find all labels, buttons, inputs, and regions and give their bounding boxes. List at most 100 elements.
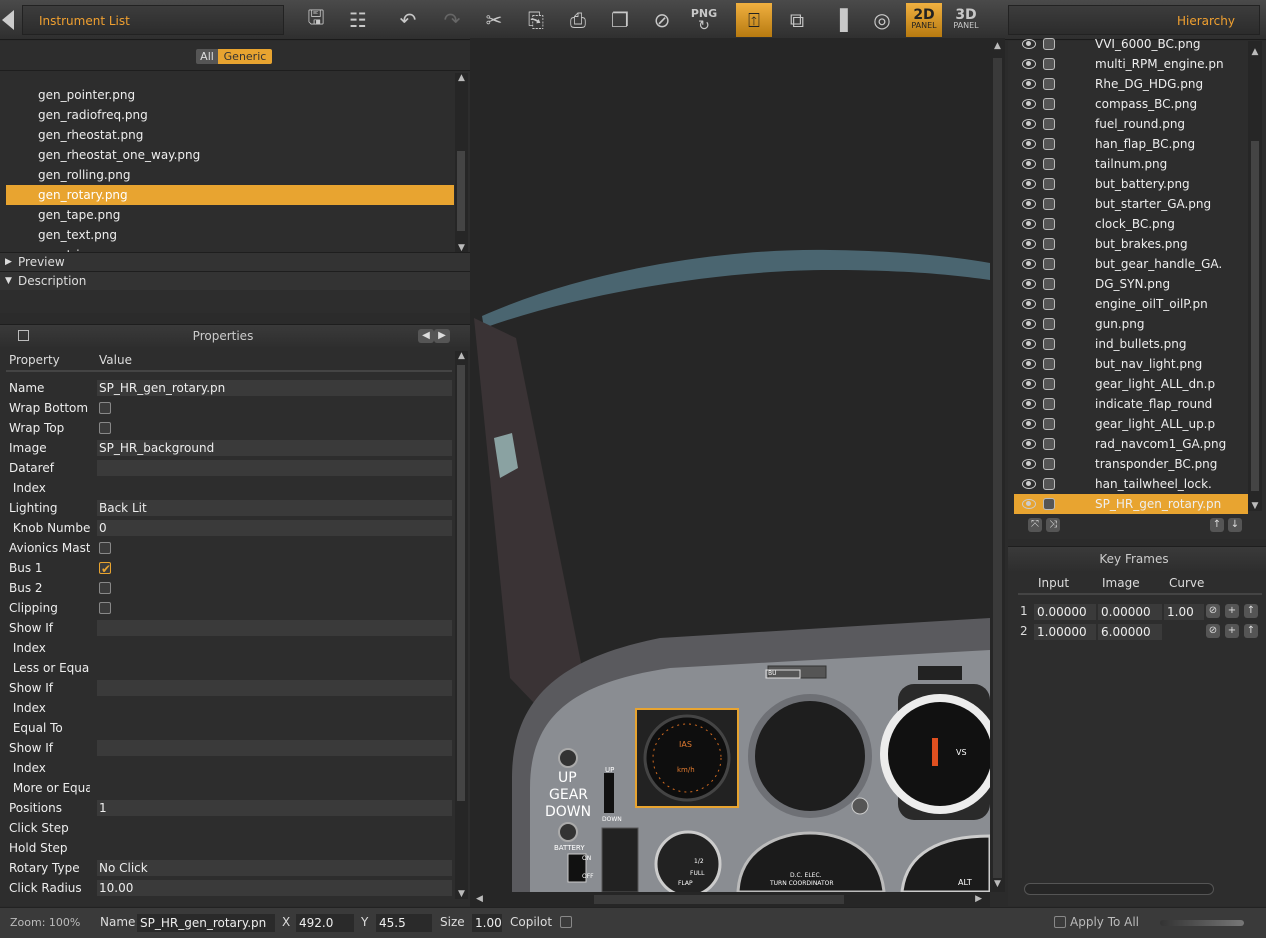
visibility-eye-icon[interactable] — [1022, 139, 1036, 149]
scroll-left-icon[interactable]: ◀ — [476, 894, 483, 904]
panel-3d-button[interactable]: 3D PANEL — [948, 3, 984, 37]
lock-icon[interactable] — [1043, 178, 1055, 190]
cut-icon[interactable]: ✂ — [476, 3, 512, 37]
hierarchy-item[interactable]: but_battery.png — [1014, 174, 1248, 194]
property-value-field[interactable]: SP_HR_gen_rotary.pn — [97, 380, 452, 396]
hierarchy-item[interactable]: gear_light_ALL_up.p — [1014, 414, 1248, 434]
hierarchy-item[interactable]: engine_oilT_oilP.pn — [1014, 294, 1248, 314]
filter-all-button[interactable]: All — [196, 49, 218, 64]
add-keyframe-icon[interactable]: + — [1225, 604, 1239, 618]
visibility-eye-icon[interactable] — [1022, 299, 1036, 309]
canvas-hscrollbar[interactable]: ◀ ▶ — [470, 892, 990, 907]
lock-icon[interactable] — [1043, 98, 1055, 110]
scroll-up-icon[interactable]: ▲ — [990, 41, 1005, 51]
copilot-checkbox[interactable] — [560, 916, 572, 928]
lock-icon[interactable] — [1043, 338, 1055, 350]
scroll-up-icon[interactable]: ▲ — [1248, 47, 1262, 57]
property-checkbox[interactable] — [99, 582, 111, 594]
description-section[interactable]: ▼ Description — [0, 271, 470, 290]
property-checkbox[interactable] — [99, 602, 111, 614]
lock-icon[interactable] — [1043, 478, 1055, 490]
instrument-list-scrollbar[interactable]: ▲ ▼ — [455, 73, 468, 253]
hierarchy-item[interactable]: Rhe_DG_HDG.png — [1014, 74, 1248, 94]
lock-icon[interactable] — [1043, 198, 1055, 210]
save-icon[interactable]: 🖫 — [298, 3, 334, 37]
property-value-field[interactable] — [97, 460, 452, 476]
visibility-eye-icon[interactable] — [1022, 219, 1036, 229]
move-keyframe-icon[interactable]: ↑ — [1244, 604, 1258, 618]
remove-keyframe-icon[interactable]: ⊘ — [1206, 604, 1220, 618]
visibility-eye-icon[interactable] — [1022, 39, 1036, 49]
scroll-thumb[interactable] — [993, 58, 1002, 878]
instrument-list-item[interactable]: gen_trigger.png — [6, 245, 454, 252]
visibility-eye-icon[interactable] — [1022, 339, 1036, 349]
instrument-list-item[interactable]: gen_rotary.png — [6, 185, 454, 205]
hierarchy-item[interactable]: but_starter_GA.png — [1014, 194, 1248, 214]
visibility-eye-icon[interactable] — [1022, 399, 1036, 409]
property-value-field[interactable]: 1 — [97, 800, 452, 816]
property-value-field[interactable] — [97, 620, 452, 636]
lock-icon[interactable] — [1043, 278, 1055, 290]
visibility-eye-icon[interactable] — [1022, 499, 1036, 509]
instrument-list-item[interactable]: gen_radiofreq.png — [6, 105, 454, 125]
hierarchy-item[interactable]: clock_BC.png — [1014, 214, 1248, 234]
instrument-list-item[interactable]: gen_pointer.png — [6, 85, 454, 105]
property-value-field[interactable] — [97, 740, 452, 756]
scroll-thumb[interactable] — [1251, 141, 1259, 491]
scroll-thumb[interactable] — [457, 151, 465, 231]
visibility-eye-icon[interactable] — [1022, 319, 1036, 329]
lock-icon[interactable] — [1043, 418, 1055, 430]
hierarchy-scrollbar[interactable]: ▲ ▼ — [1248, 41, 1262, 511]
property-value-field[interactable]: 10.00 — [97, 880, 452, 896]
lock-icon[interactable] — [1043, 78, 1055, 90]
scroll-down-icon[interactable]: ▼ — [455, 889, 468, 899]
lock-icon[interactable] — [1043, 38, 1055, 50]
property-value-field[interactable]: 0 — [97, 520, 452, 536]
keyframe-input-field[interactable]: 1.00000 — [1034, 624, 1096, 640]
remove-keyframe-icon[interactable]: ⊘ — [1206, 624, 1220, 638]
lock-icon[interactable] — [1043, 318, 1055, 330]
prev-icon[interactable]: ◀ — [418, 329, 434, 343]
hierarchy-item[interactable]: compass_BC.png — [1014, 94, 1248, 114]
lock-icon[interactable] — [1043, 398, 1055, 410]
visibility-eye-icon[interactable] — [1022, 79, 1036, 89]
visibility-eye-icon[interactable] — [1022, 439, 1036, 449]
lock-icon[interactable] — [1043, 238, 1055, 250]
instrument-list-item[interactable]: gen_rolling.png — [6, 165, 454, 185]
lock-icon[interactable] — [1043, 458, 1055, 470]
property-checkbox[interactable] — [99, 402, 111, 414]
hierarchy-item[interactable]: DG_SYN.png — [1014, 274, 1248, 294]
scroll-up-icon[interactable]: ▲ — [455, 351, 468, 361]
hierarchy-item[interactable]: gun.png — [1014, 314, 1248, 334]
lock-icon[interactable] — [1043, 358, 1055, 370]
size-field[interactable]: 1.00 — [472, 914, 502, 932]
apply-to-all-checkbox[interactable] — [1054, 916, 1066, 928]
shapes-icon[interactable]: ⧉ — [779, 3, 815, 37]
redo-icon[interactable]: ↷ — [434, 3, 470, 37]
film-icon[interactable]: ▐ — [822, 3, 858, 37]
hierarchy-item[interactable]: but_gear_handle_GA. — [1014, 254, 1248, 274]
name-field[interactable]: SP_HR_gen_rotary.pn — [137, 914, 275, 932]
lock-icon[interactable] — [1043, 298, 1055, 310]
visibility-eye-icon[interactable] — [1022, 419, 1036, 429]
lock-icon[interactable] — [1043, 58, 1055, 70]
visibility-eye-icon[interactable] — [1022, 119, 1036, 129]
back-arrow-icon[interactable] — [2, 10, 14, 30]
copy-icon[interactable]: ⎘ — [518, 3, 554, 37]
next-icon[interactable]: ▶ — [434, 329, 450, 343]
undo-icon[interactable]: ↶ — [390, 3, 426, 37]
lock-icon[interactable] — [1043, 498, 1055, 510]
gauge-icon[interactable]: ◎ — [864, 3, 900, 37]
keyframe-input-field[interactable]: 0.00000 — [1034, 604, 1096, 620]
property-checkbox[interactable] — [99, 542, 111, 554]
scroll-thumb[interactable] — [457, 365, 465, 801]
property-checkbox[interactable] — [99, 422, 111, 434]
lock-icon[interactable] — [1043, 438, 1055, 450]
property-value-field[interactable] — [97, 680, 452, 696]
visibility-eye-icon[interactable] — [1022, 259, 1036, 269]
scroll-up-icon[interactable]: ▲ — [455, 73, 468, 83]
visibility-eye-icon[interactable] — [1022, 99, 1036, 109]
visibility-eye-icon[interactable] — [1022, 59, 1036, 69]
kf-hscrollbar[interactable] — [1024, 883, 1214, 895]
hierarchy-item[interactable]: SP_HR_gen_rotary.pn — [1014, 494, 1248, 514]
